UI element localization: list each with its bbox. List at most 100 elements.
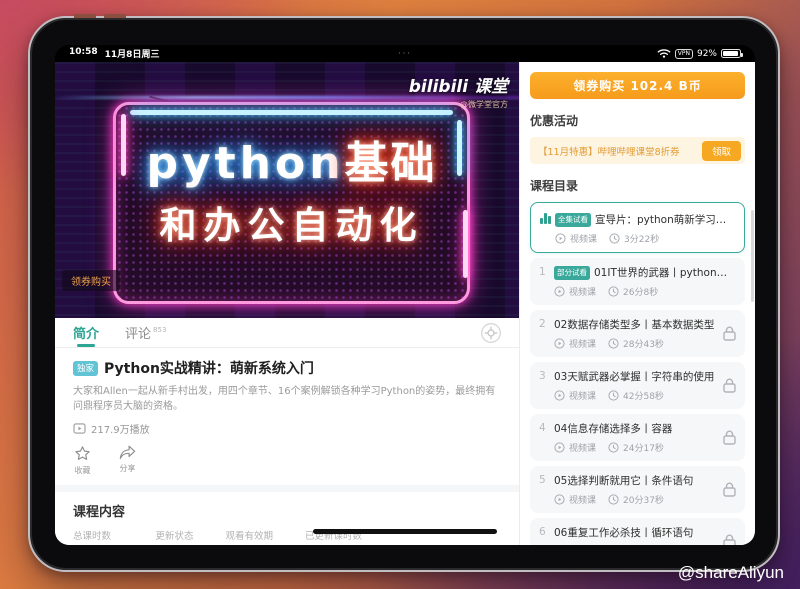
neon-tube-left xyxy=(121,114,126,176)
video-play-icon xyxy=(554,390,565,401)
catalog-item[interactable]: 6 06重复工作必杀技丨循环语句 视频课 25分32秒 xyxy=(530,518,745,545)
tab-comments[interactable]: 评论853 xyxy=(125,318,166,347)
trial-badge: 全集试看 xyxy=(555,213,591,227)
course-content-section: 课程内容 总课时数 共30课时 更新状态 已完结 观看有效期 长期有效 已更新课… xyxy=(55,492,520,545)
purchase-sidebar: 领券购买 102.4 B币 优惠活动 【11月特惠】哔哩哔哩课堂8折券 领取 课… xyxy=(520,62,755,545)
gear-icon[interactable] xyxy=(480,322,502,344)
catalog-item[interactable]: 全集试看 宣导片：python萌新学习指南 视频课 3分22秒 xyxy=(530,202,745,253)
course-cover-banner[interactable]: python基础 和办公自动化 bilibili 课堂 @微学堂官方 领券购买 xyxy=(55,62,520,318)
catalog-item-index: 5 xyxy=(539,474,552,486)
status-bar: 10:58 11月8日周三 ··· VPN 92% xyxy=(55,45,755,62)
share-button[interactable]: 分享 xyxy=(118,444,137,476)
neon-tube-right-cyan xyxy=(457,120,462,176)
clock-icon xyxy=(609,233,620,244)
catalog-item-title: 06重复工作必杀技丨循环语句 xyxy=(554,525,693,540)
video-play-icon xyxy=(554,338,565,349)
share-label: 分享 xyxy=(120,463,136,474)
catalog-item-type: 视频课 xyxy=(569,493,596,506)
banner-headline-line2: 和办公自动化 xyxy=(160,195,424,249)
catalog-item-duration: 28分43秒 xyxy=(623,337,664,350)
catalog-item-duration: 26分8秒 xyxy=(623,285,658,298)
volume-up-button xyxy=(74,14,96,18)
exclusive-badge: 独家 xyxy=(73,361,98,376)
video-play-icon xyxy=(554,494,565,505)
catalog-item-type: 视频课 xyxy=(569,337,596,350)
buy-button[interactable]: 领券购买 102.4 B币 xyxy=(530,72,745,99)
bilibili-class-logo: bilibili 课堂 @微学堂官方 xyxy=(409,72,508,110)
favorite-label: 收藏 xyxy=(75,465,91,476)
coupon-row[interactable]: 【11月特惠】哔哩哔哩课堂8折券 领取 xyxy=(530,137,745,164)
sidebar-scrollbar[interactable] xyxy=(751,210,754,302)
clock-icon xyxy=(608,286,619,297)
playing-equalizer-icon xyxy=(540,213,553,224)
catalog-item-title: 01IT世界的武器丨python环境搭建_第一个 xyxy=(594,265,736,280)
lock-icon xyxy=(723,430,736,445)
video-play-icon xyxy=(554,442,565,453)
catalog-item-duration: 42分58秒 xyxy=(623,389,664,402)
coupon-text: 【11月特惠】哔哩哔哩课堂8折券 xyxy=(538,144,702,158)
play-count: 217.9万播放 xyxy=(91,421,150,436)
stat-label: 更新状态 xyxy=(156,528,194,542)
watermark: @shareAliyun xyxy=(678,563,784,583)
catalog-item[interactable]: 4 04信息存储选择多丨容器 视频课 24分17秒 xyxy=(530,414,745,461)
comments-count: 853 xyxy=(153,326,166,334)
star-icon xyxy=(73,444,92,463)
catalog-item-title: 03天赋武器必掌握丨字符串的使用 xyxy=(554,369,714,384)
neon-tube-top xyxy=(130,110,453,115)
promo-section-title: 优惠活动 xyxy=(530,112,745,129)
stat-item: 观看有效期 长期有效 xyxy=(226,528,274,545)
catalog-item[interactable]: 1 部分试看 01IT世界的武器丨python环境搭建_第一个 视频课 26分8… xyxy=(530,258,745,305)
catalog-item[interactable]: 3 03天赋武器必掌握丨字符串的使用 视频课 42分58秒 xyxy=(530,362,745,409)
lock-icon xyxy=(723,378,736,393)
neon-sign-board: python基础 和办公自动化 xyxy=(113,102,470,304)
status-date: 11月8日周三 xyxy=(105,47,160,60)
tab-intro[interactable]: 简介 xyxy=(73,318,99,347)
catalog-item-title: 02数据存储类型多丨基本数据类型 xyxy=(554,317,714,332)
catalog-item-index: 2 xyxy=(539,318,552,330)
banner-headline-en: python xyxy=(146,138,344,189)
status-time: 10:58 xyxy=(69,47,98,60)
ipad-device: 10:58 11月8日周三 ··· VPN 92% xyxy=(28,16,780,572)
home-indicator[interactable] xyxy=(313,529,497,534)
catalog-item-title: 宣导片：python萌新学习指南 xyxy=(595,212,735,227)
coupon-ribbon: 领券购买 xyxy=(62,270,120,291)
clock-icon xyxy=(608,442,619,453)
claim-coupon-button[interactable]: 领取 xyxy=(702,141,741,161)
catalog-item-type: 视频课 xyxy=(569,441,596,454)
vpn-badge: VPN xyxy=(675,49,693,59)
clock-icon xyxy=(608,390,619,401)
logo-subtitle: @微学堂官方 xyxy=(409,99,508,110)
catalog-item-duration: 3分22秒 xyxy=(624,232,659,245)
stat-item: 更新状态 已完结 xyxy=(156,528,194,545)
stat-label: 观看有效期 xyxy=(226,528,274,542)
catalog-item-index: 4 xyxy=(539,422,552,434)
catalog-item-title: 05选择判断就用它丨条件语句 xyxy=(554,473,693,488)
share-icon xyxy=(118,444,137,461)
video-play-icon xyxy=(555,233,566,244)
battery-percent: 92% xyxy=(697,49,717,59)
lock-icon xyxy=(723,482,736,497)
catalog-item-type: 视频课 xyxy=(570,232,597,245)
favorite-button[interactable]: 收藏 xyxy=(73,444,92,476)
catalog-item[interactable]: 2 02数据存储类型多丨基本数据类型 视频课 28分43秒 xyxy=(530,310,745,357)
banner-headline-cn: 基础 xyxy=(345,138,437,189)
volume-down-button xyxy=(104,14,126,18)
catalog-item-title: 04信息存储选择多丨容器 xyxy=(554,421,672,436)
stat-label: 总课时数 xyxy=(73,528,124,542)
course-content-title: 课程内容 xyxy=(73,501,502,520)
catalog-item-index: 6 xyxy=(539,526,552,538)
catalog-item-type: 视频课 xyxy=(569,389,596,402)
multitask-dots[interactable]: ··· xyxy=(398,49,412,58)
catalog-list: 全集试看 宣导片：python萌新学习指南 视频课 3分22秒 1 部分试看 xyxy=(530,202,745,545)
battery-icon xyxy=(721,49,741,58)
catalog-item-index: 1 xyxy=(539,266,552,278)
wifi-icon xyxy=(657,48,671,59)
catalog-item[interactable]: 5 05选择判断就用它丨条件语句 视频课 20分37秒 xyxy=(530,466,745,513)
tabs-bar: 简介 评论853 xyxy=(55,318,520,348)
video-play-icon xyxy=(554,286,565,297)
lock-icon xyxy=(723,326,736,341)
section-divider xyxy=(55,485,520,492)
course-title: Python实战精讲：萌新系统入门 xyxy=(104,358,314,378)
ipad-screen: 10:58 11月8日周三 ··· VPN 92% xyxy=(55,45,755,545)
catalog-item-duration: 24分17秒 xyxy=(623,441,664,454)
